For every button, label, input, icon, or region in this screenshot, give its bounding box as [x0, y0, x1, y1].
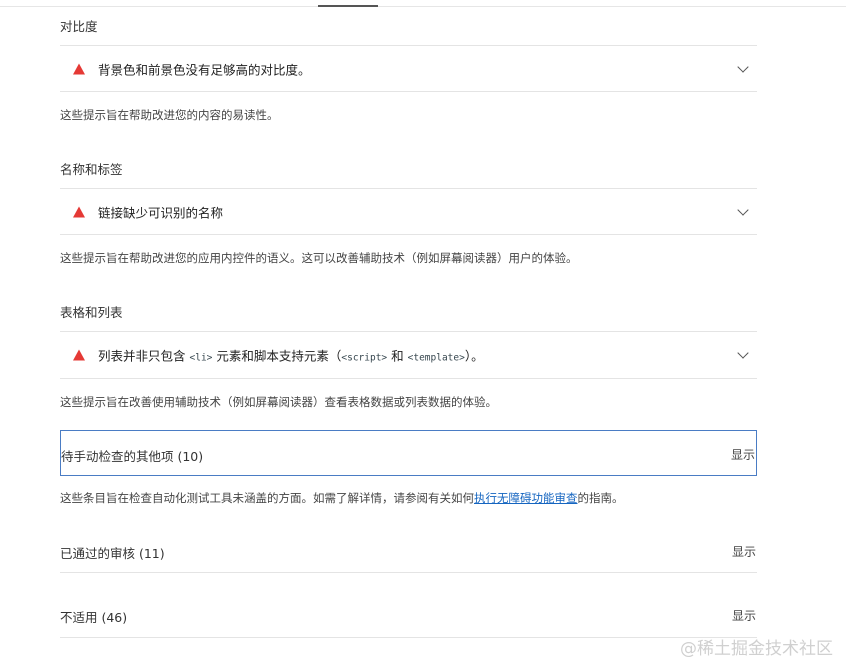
not-applicable-group[interactable]: 不适用 (46) 显示	[60, 607, 757, 626]
accessibility-review-link[interactable]: 执行无障碍功能审查	[474, 491, 578, 505]
passed-audits-group[interactable]: 已通过的审核 (11) 显示	[60, 543, 757, 562]
passed-audits-show-button[interactable]: 显示	[732, 543, 756, 560]
section-description: 这些提示旨在改善使用辅助技术（例如屏幕阅读器）查看表格数据或列表数据的体验。	[60, 395, 497, 409]
chevron-down-icon[interactable]	[737, 204, 749, 216]
section-description: 这些提示旨在帮助改进您的应用内控件的语义。这可以改善辅助技术（例如屏幕阅读器）用…	[60, 251, 578, 265]
divider	[60, 188, 757, 189]
section-title-tables-lists: 表格和列表	[60, 305, 123, 320]
chevron-down-icon[interactable]	[737, 347, 749, 359]
divider	[60, 91, 757, 92]
section-title-contrast: 对比度	[60, 19, 98, 34]
audit-row-list[interactable]: 列表并非只包含 <li> 元素和脚本支持元素（<script> 和 <templ…	[60, 333, 757, 377]
audit-row-contrast[interactable]: 背景色和前景色没有足够高的对比度。	[60, 47, 757, 91]
warning-triangle-icon	[73, 349, 85, 361]
audit-title: 列表并非只包含 <li> 元素和脚本支持元素（<script> 和 <templ…	[98, 348, 484, 364]
manual-checks-group[interactable]: 待手动检查的其他项 (10) 显示	[60, 430, 757, 476]
manual-checks-description: 这些条目旨在检查自动化测试工具未涵盖的方面。如需了解详情，请参阅有关如何执行无障…	[60, 491, 624, 505]
divider	[60, 45, 757, 46]
audit-title: 背景色和前景色没有足够高的对比度。	[98, 62, 311, 78]
manual-checks-show-button[interactable]: 显示	[731, 446, 755, 463]
not-applicable-show-button[interactable]: 显示	[732, 607, 756, 624]
section-title-names-labels: 名称和标签	[60, 162, 123, 177]
divider	[60, 378, 757, 379]
divider	[60, 572, 757, 573]
divider	[60, 331, 757, 332]
watermark: @稀土掘金技术社区	[680, 639, 833, 659]
warning-triangle-icon	[73, 206, 85, 218]
warning-triangle-icon	[73, 63, 85, 75]
section-description: 这些提示旨在帮助改进您的内容的易读性。	[60, 108, 279, 122]
divider	[60, 637, 757, 638]
not-applicable-label: 不适用 (46)	[60, 610, 128, 625]
top-divider	[0, 6, 846, 7]
divider	[60, 234, 757, 235]
manual-checks-label: 待手动检查的其他项 (10)	[61, 449, 204, 464]
active-tab-indicator	[318, 5, 378, 7]
passed-audits-label: 已通过的审核 (11)	[60, 546, 165, 561]
chevron-down-icon[interactable]	[737, 61, 749, 73]
audit-row-link-name[interactable]: 链接缺少可识别的名称	[60, 190, 757, 234]
audit-title: 链接缺少可识别的名称	[98, 205, 224, 221]
